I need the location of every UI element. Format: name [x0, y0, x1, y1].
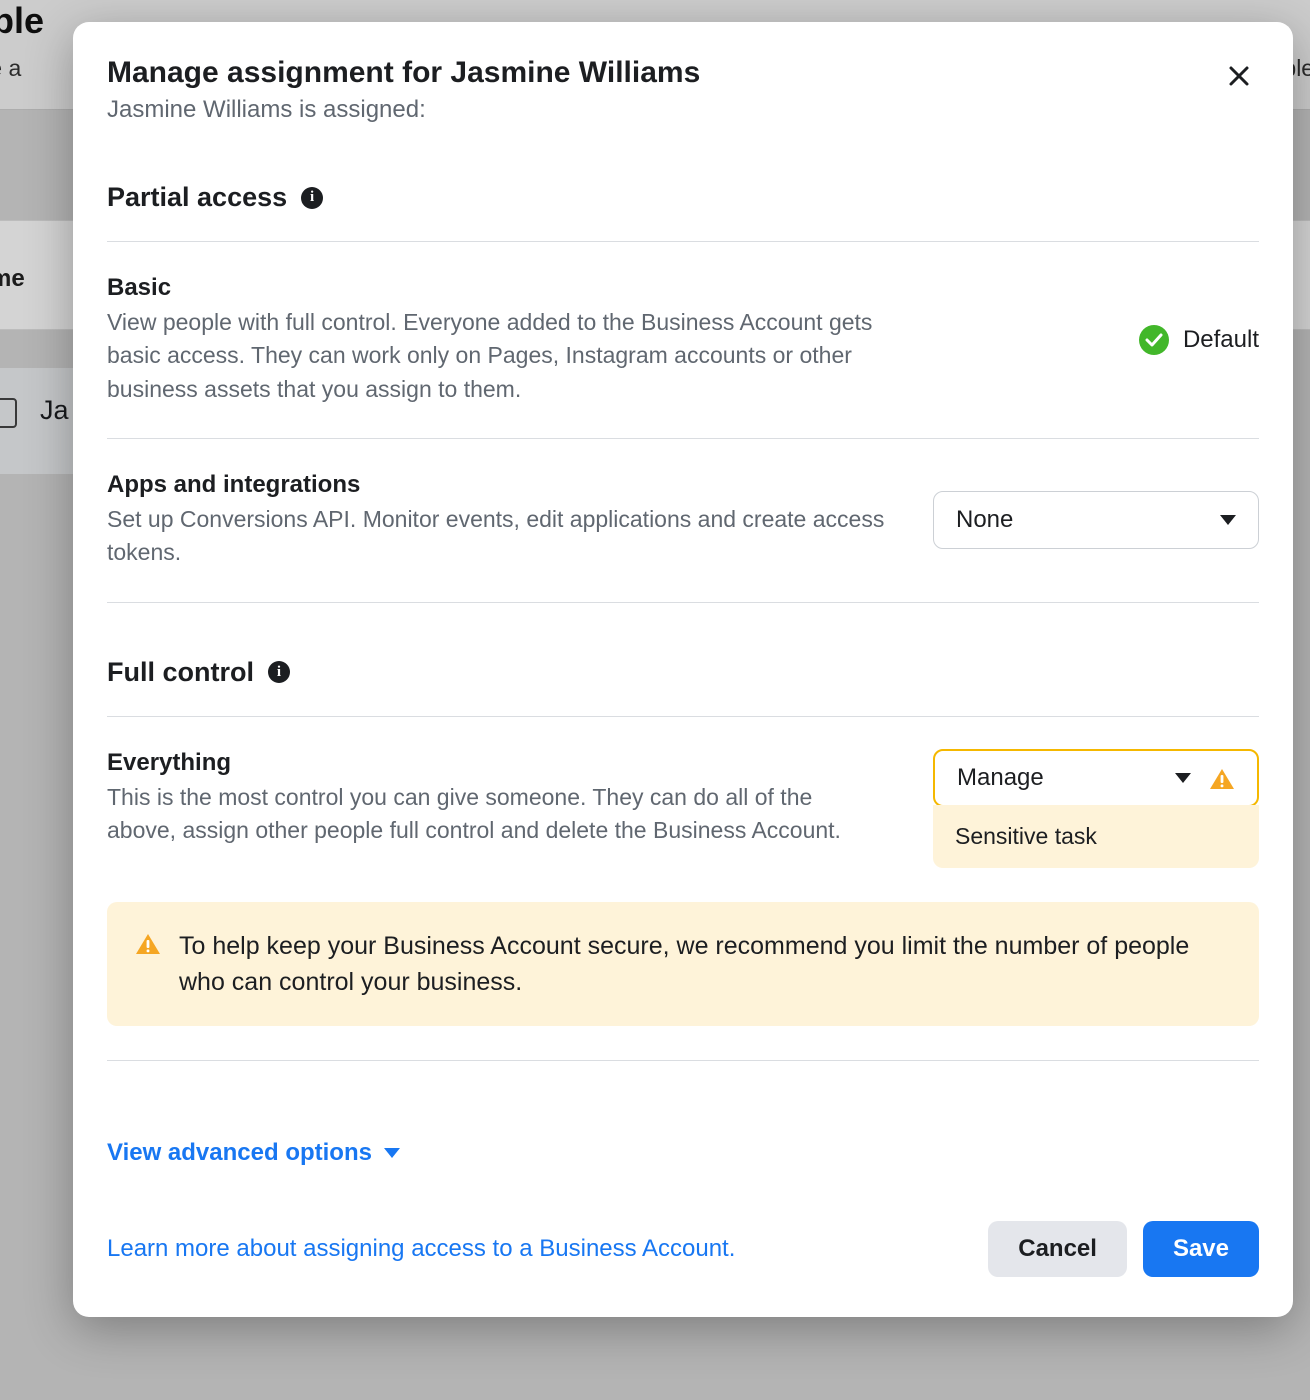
footer-buttons: Cancel Save	[988, 1221, 1259, 1277]
partial-access-section-title: Partial access i	[107, 182, 1259, 242]
security-banner: To help keep your Business Account secur…	[107, 902, 1259, 1027]
divider	[107, 1060, 1259, 1061]
info-icon[interactable]: i	[301, 187, 323, 209]
chevron-down-icon	[1220, 515, 1236, 525]
apps-select-value: None	[956, 506, 1013, 534]
close-button[interactable]	[1219, 56, 1259, 96]
everything-select-value: Manage	[957, 764, 1044, 792]
modal-subtitle: Jasmine Williams is assigned:	[107, 96, 700, 124]
warning-icon	[1209, 767, 1235, 789]
cancel-button[interactable]: Cancel	[988, 1221, 1127, 1277]
modal-title: Manage assignment for Jasmine Williams	[107, 56, 700, 90]
basic-access-text: Basic View people with full control. Eve…	[107, 274, 1099, 406]
view-advanced-options[interactable]: View advanced options	[107, 1139, 400, 1167]
apps-select-wrap: None	[933, 491, 1259, 549]
basic-access-name: Basic	[107, 274, 1099, 302]
apps-access-row: Apps and integrations Set up Conversions…	[107, 439, 1259, 603]
basic-access-row: Basic View people with full control. Eve…	[107, 242, 1259, 439]
save-button[interactable]: Save	[1143, 1221, 1259, 1277]
apps-access-text: Apps and integrations Set up Conversions…	[107, 471, 893, 570]
default-label: Default	[1183, 326, 1259, 354]
manage-assignment-modal: Manage assignment for Jasmine Williams J…	[73, 22, 1293, 1317]
apps-select[interactable]: None	[933, 491, 1259, 549]
basic-access-desc: View people with full control. Everyone …	[107, 306, 887, 406]
everything-access-text: Everything This is the most control you …	[107, 749, 893, 848]
full-control-section-title: Full control i	[107, 657, 1259, 717]
info-icon[interactable]: i	[268, 661, 290, 683]
everything-access-row: Everything This is the most control you …	[107, 717, 1259, 868]
partial-access-label: Partial access	[107, 182, 287, 213]
check-icon	[1139, 325, 1169, 355]
apps-access-name: Apps and integrations	[107, 471, 893, 499]
learn-more-link[interactable]: Learn more about assigning access to a B…	[107, 1235, 735, 1263]
close-icon	[1227, 64, 1251, 88]
full-control-label: Full control	[107, 657, 254, 688]
security-banner-text: To help keep your Business Account secur…	[179, 928, 1231, 1001]
sensitive-task-badge: Sensitive task	[933, 805, 1259, 868]
select-icons	[1175, 767, 1235, 789]
default-badge: Default	[1139, 325, 1259, 355]
modal-header: Manage assignment for Jasmine Williams J…	[107, 56, 1259, 124]
sensitive-task-label: Sensitive task	[955, 823, 1097, 849]
advanced-options-label: View advanced options	[107, 1139, 372, 1167]
apps-access-desc: Set up Conversions API. Monitor events, …	[107, 503, 887, 570]
modal-footer: Learn more about assigning access to a B…	[107, 1221, 1259, 1277]
chevron-down-icon	[1175, 773, 1191, 783]
modal-header-text: Manage assignment for Jasmine Williams J…	[107, 56, 700, 124]
chevron-down-icon	[384, 1148, 400, 1158]
warning-icon	[135, 932, 161, 954]
everything-select-wrap: Manage Sensitive task	[933, 749, 1259, 868]
everything-access-name: Everything	[107, 749, 893, 777]
everything-select[interactable]: Manage	[933, 749, 1259, 807]
everything-access-desc: This is the most control you can give so…	[107, 781, 887, 848]
